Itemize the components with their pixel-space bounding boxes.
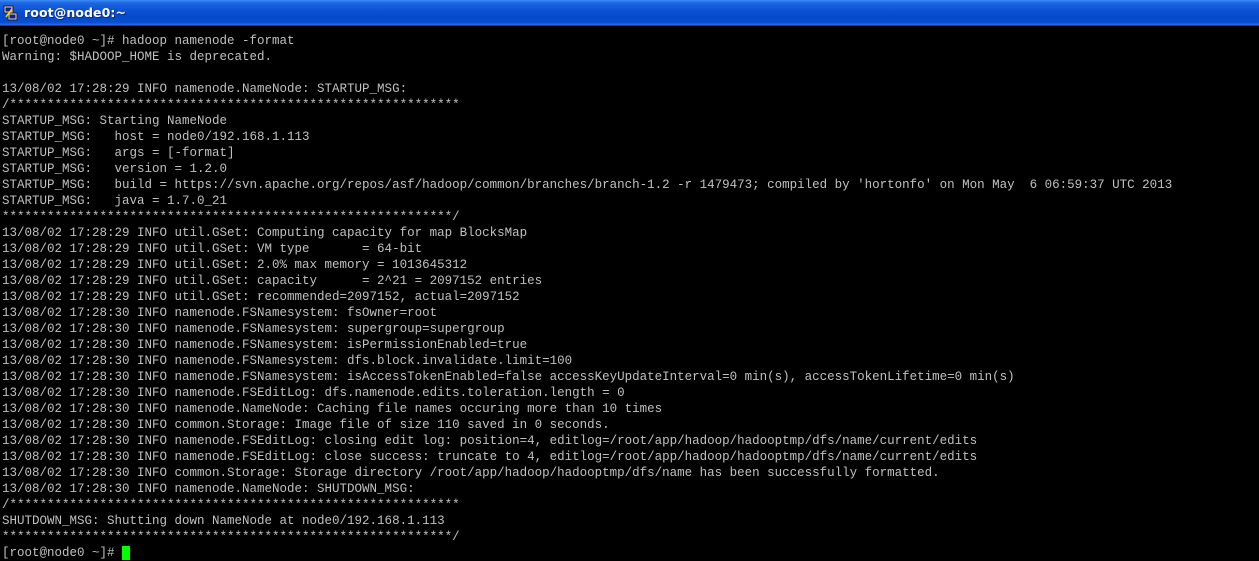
command-prompt-line[interactable]: [root@node0 ~]# xyxy=(2,545,1172,561)
terminal-line: 13/08/02 17:28:29 INFO util.GSet: capaci… xyxy=(2,274,543,288)
terminal-line: [root@node0 ~]# hadoop namenode -format xyxy=(2,34,295,48)
terminal-line: 13/08/02 17:28:30 INFO namenode.FSNamesy… xyxy=(2,338,528,352)
terminal-line: 13/08/02 17:28:30 INFO namenode.NameNode… xyxy=(2,402,663,416)
title-bar[interactable]: root@node0:~ xyxy=(0,0,1259,26)
terminal-line: STARTUP_MSG: version = 1.2.0 xyxy=(2,162,228,176)
terminal-line: 13/08/02 17:28:30 INFO namenode.FSNamesy… xyxy=(2,322,505,336)
terminal-lines: [root@node0 ~]# hadoop namenode -format W… xyxy=(2,33,1172,561)
terminal-line: 13/08/02 17:28:29 INFO namenode.NameNode… xyxy=(2,82,408,96)
text-cursor xyxy=(121,546,130,560)
terminal-line: STARTUP_MSG: java = 1.7.0_21 xyxy=(2,194,228,208)
putty-terminal-icon[interactable] xyxy=(3,5,19,21)
terminal-line: 13/08/02 17:28:30 INFO namenode.FSEditLo… xyxy=(2,450,978,464)
terminal-line: 13/08/02 17:28:30 INFO namenode.FSNamesy… xyxy=(2,354,573,368)
terminal-line: STARTUP_MSG: build = https://svn.apache.… xyxy=(2,178,1173,192)
window-title: root@node0:~ xyxy=(24,5,127,20)
terminal-line: SHUTDOWN_MSG: Shutting down NameNode at … xyxy=(2,514,445,528)
terminal-line: 13/08/02 17:28:29 INFO util.GSet: 2.0% m… xyxy=(2,258,468,272)
terminal-line: /***************************************… xyxy=(2,98,460,112)
terminal-line: ****************************************… xyxy=(2,210,460,224)
terminal-line: 13/08/02 17:28:29 INFO util.GSet: Comput… xyxy=(2,226,528,240)
terminal-line: 13/08/02 17:28:29 INFO util.GSet: recomm… xyxy=(2,290,520,304)
terminal-line: STARTUP_MSG: Starting NameNode xyxy=(2,114,228,128)
terminal-output[interactable]: [root@node0 ~]# hadoop namenode -format W… xyxy=(0,26,1259,561)
terminal-line: 13/08/02 17:28:30 INFO namenode.FSNamesy… xyxy=(2,306,438,320)
terminal-line: 13/08/02 17:28:29 INFO util.GSet: VM typ… xyxy=(2,242,423,256)
terminal-line: 13/08/02 17:28:30 INFO namenode.FSEditLo… xyxy=(2,434,978,448)
command-prompt: [root@node0 ~]# xyxy=(2,546,115,560)
terminal-line: 13/08/02 17:28:30 INFO common.Storage: S… xyxy=(2,466,940,480)
terminal-line: STARTUP_MSG: args = [-format] xyxy=(2,146,235,160)
terminal-window: root@node0:~ [root@node0 ~]# hadoop name… xyxy=(0,0,1259,561)
terminal-line: Warning: $HADOOP_HOME is deprecated. xyxy=(2,50,273,64)
terminal-line: 13/08/02 17:28:30 INFO common.Storage: I… xyxy=(2,418,610,432)
terminal-line: ****************************************… xyxy=(2,530,460,544)
terminal-line: /***************************************… xyxy=(2,498,460,512)
terminal-line: STARTUP_MSG: host = node0/192.168.1.113 xyxy=(2,130,310,144)
terminal-line: 13/08/02 17:28:30 INFO namenode.NameNode… xyxy=(2,482,415,496)
terminal-line: 13/08/02 17:28:30 INFO namenode.FSNamesy… xyxy=(2,370,1015,384)
terminal-line: 13/08/02 17:28:30 INFO namenode.FSEditLo… xyxy=(2,386,625,400)
